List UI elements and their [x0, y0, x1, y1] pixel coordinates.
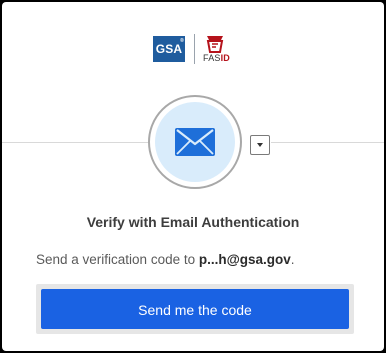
fasid-logo-text: FASID — [203, 53, 230, 63]
send-code-button[interactable]: Send me the code — [41, 289, 349, 329]
masked-email: p...h@gsa.gov — [198, 252, 291, 267]
envelope-icon — [175, 128, 215, 156]
registered-mark: ® — [180, 38, 184, 44]
gsa-logo: GSA ® — [153, 36, 185, 62]
authenticator-dropdown-button[interactable] — [250, 135, 270, 155]
gsa-logo-text: GSA — [155, 42, 183, 56]
fasid-suffix: ID — [220, 53, 231, 63]
logo-divider — [194, 34, 195, 64]
caret-down-icon — [257, 143, 263, 147]
verification-description: Send a verification code to p...h@gsa.go… — [36, 252, 295, 267]
description-suffix: . — [290, 252, 295, 267]
fasid-prefix: FAS — [203, 53, 221, 63]
page-title: Verify with Email Authentication — [86, 214, 300, 230]
authenticator-badge-inner — [155, 102, 235, 182]
description-prefix: Send a verification code to — [36, 252, 199, 267]
authenticator-badge — [148, 95, 242, 189]
divider-left — [2, 142, 152, 143]
logo-row: GSA ® FASID — [2, 34, 384, 66]
fasid-shield-icon — [206, 36, 224, 53]
auth-dialog: GSA ® FASID Verify with Email Authentica… — [2, 2, 384, 351]
divider-right — [271, 142, 384, 143]
send-button-focus-ring: Send me the code — [36, 284, 354, 334]
